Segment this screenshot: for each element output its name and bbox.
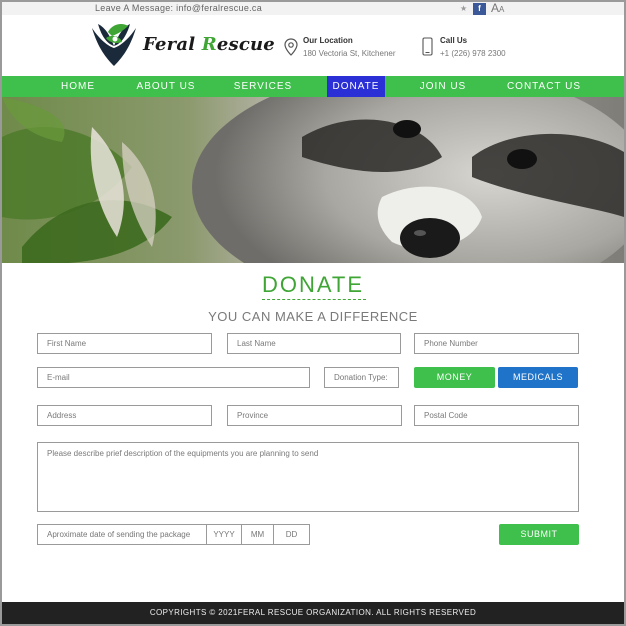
donation-type-label: Donation Type: (324, 367, 399, 388)
call-info: Call Us +1 (226) 978 2300 (440, 36, 506, 58)
phone-number-input[interactable] (414, 333, 579, 354)
location-title: Our Location (303, 36, 353, 45)
main-nav: HOME ABOUT US SERVICES DONATE JOIN US CO… (2, 76, 624, 97)
logo-icon[interactable] (88, 18, 140, 70)
nav-about-us[interactable]: ABOUT US (130, 76, 202, 97)
description-textarea[interactable] (37, 442, 579, 512)
nav-join-us[interactable]: JOIN US (414, 76, 472, 97)
phone-icon (422, 37, 433, 56)
shipping-date-field: Aproximate date of sending the package Y… (37, 524, 310, 545)
font-size-label: A (491, 1, 500, 15)
font-size-label-small: A (499, 5, 505, 14)
page-title: DONATE (261, 272, 365, 297)
year-input[interactable]: YYYY (207, 525, 241, 544)
month-input[interactable]: MM (242, 525, 273, 544)
hero-raccoon-image (2, 97, 624, 263)
call-title: Call Us (440, 36, 468, 45)
medicals-button[interactable]: MEDICALS (498, 367, 578, 388)
submit-button[interactable]: SUBMIT (499, 524, 579, 545)
page-subtitle: YOU CAN MAKE A DIFFERENCE (208, 309, 418, 324)
font-size-toggle[interactable]: AA (491, 1, 504, 15)
location-info: Our Location 180 Vectoria St, Kitchener (303, 36, 396, 58)
twitter-icon[interactable]: ★ (460, 4, 467, 13)
facebook-icon[interactable]: f (473, 3, 486, 15)
nav-donate[interactable]: DONATE (327, 76, 385, 97)
money-button[interactable]: MONEY (414, 367, 495, 388)
first-name-input[interactable] (37, 333, 212, 354)
footer-copyright: COPYRIGHTS © 2021FERAL RESCUE ORGANIZATI… (2, 602, 624, 624)
province-input[interactable] (227, 405, 402, 426)
brand-name-accent: R (201, 34, 217, 55)
email-input[interactable] (37, 367, 310, 388)
nav-services[interactable]: SERVICES (230, 76, 296, 97)
location-pin-icon (284, 38, 298, 56)
date-label: Aproximate date of sending the package (47, 530, 191, 539)
brand-name-part1: Feral (143, 34, 202, 55)
title-divider (262, 299, 366, 300)
day-input[interactable]: DD (274, 525, 309, 544)
brand-name[interactable]: Feral Rescue (143, 34, 275, 55)
nav-contact-us[interactable]: CONTACT US (502, 76, 586, 97)
call-phone[interactable]: +1 (226) 978 2300 (440, 49, 506, 58)
last-name-input[interactable] (227, 333, 401, 354)
postal-code-input[interactable] (414, 405, 579, 426)
location-address: 180 Vectoria St, Kitchener (303, 49, 396, 58)
brand-name-part3: escue (216, 34, 275, 55)
top-bar: Leave A Message: info@feralrescue.ca ★ f… (2, 1, 624, 15)
contact-message[interactable]: Leave A Message: info@feralrescue.ca (95, 2, 262, 15)
address-input[interactable] (37, 405, 212, 426)
nav-home[interactable]: HOME (52, 76, 104, 97)
